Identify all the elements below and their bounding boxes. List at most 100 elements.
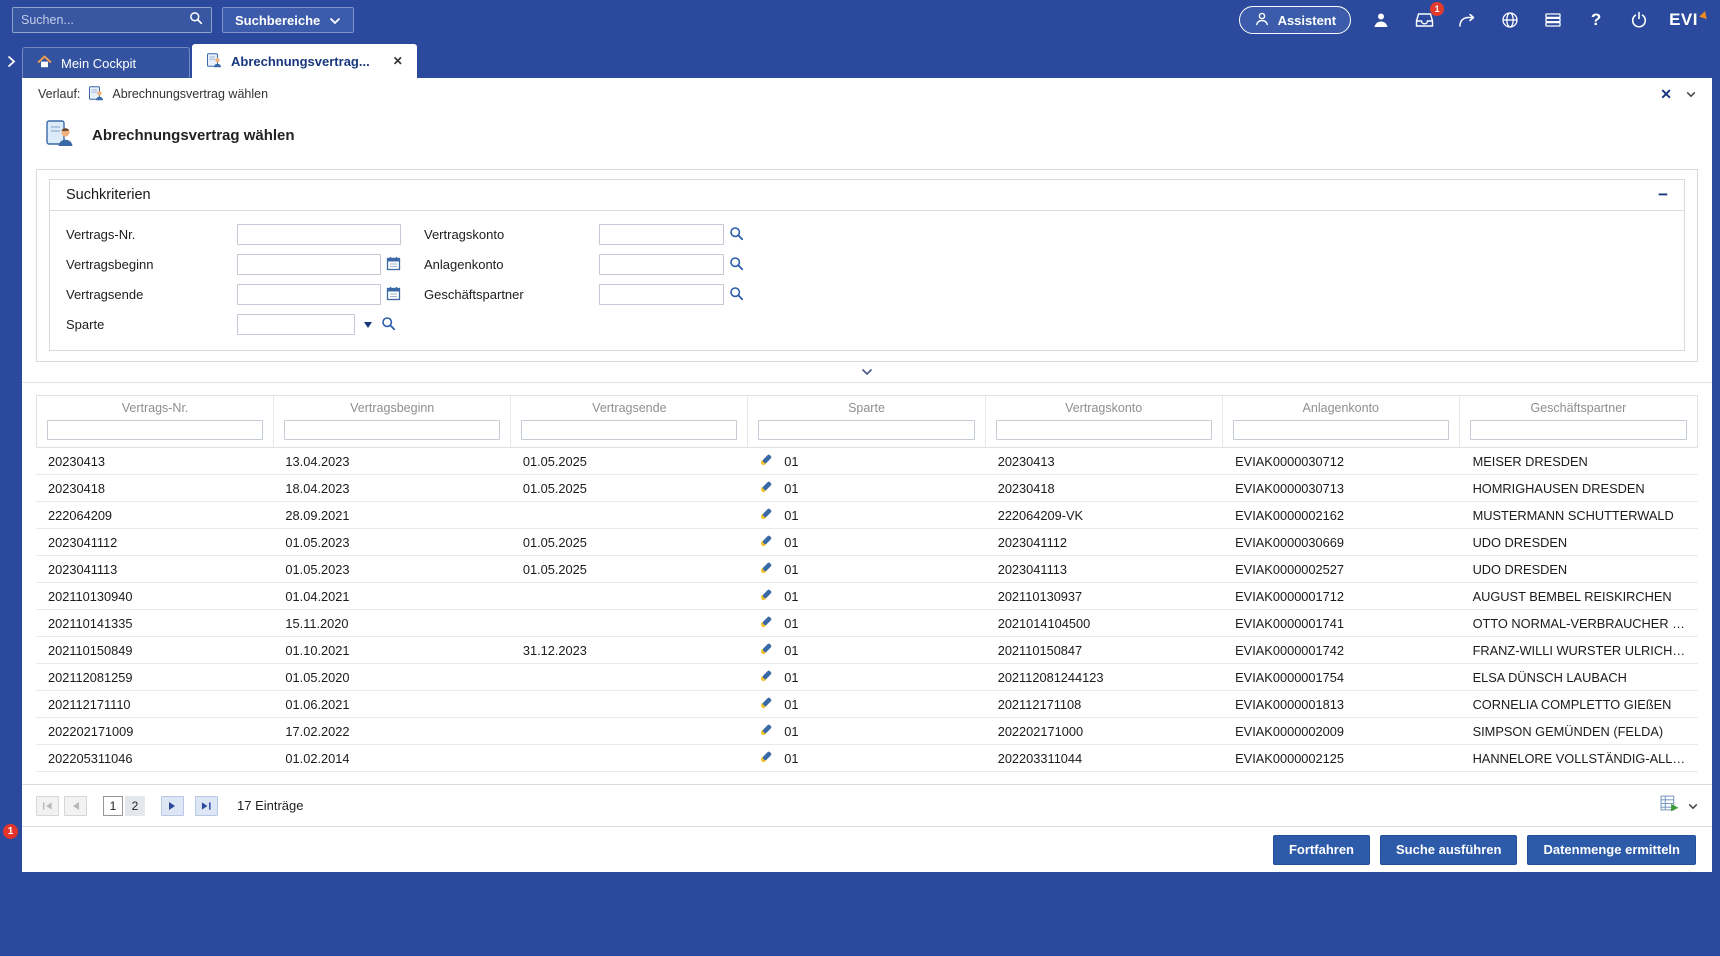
sparte-icon (760, 750, 773, 766)
last-page-button[interactable] (195, 796, 218, 816)
global-search-box[interactable] (12, 7, 212, 33)
vertrags-nr-input[interactable] (237, 224, 401, 245)
tab-mein-cockpit[interactable]: Mein Cockpit (22, 47, 190, 78)
page-button-2[interactable]: 2 (125, 796, 145, 816)
cell: 222064209-VK (986, 508, 1223, 523)
cell: 202205311046 (36, 751, 273, 766)
table-row[interactable]: 20220531104601.02.201401202203311044EVIA… (36, 745, 1698, 772)
column-header[interactable]: Sparte (748, 396, 985, 418)
cell: 20230418 (986, 481, 1223, 496)
column-header[interactable]: Vertragsende (511, 396, 748, 418)
field-label-geschaeftspartner: Geschäftspartner (424, 287, 599, 302)
page-button-1[interactable]: 1 (103, 796, 123, 816)
first-page-button[interactable] (36, 796, 59, 816)
close-view-icon[interactable]: ✕ (1660, 86, 1672, 103)
column-filter-input[interactable] (521, 420, 737, 440)
sparte-icon (760, 480, 773, 496)
column-header[interactable]: Geschäftspartner (1460, 396, 1697, 418)
table-row[interactable]: 20211015084901.10.202131.12.202301202110… (36, 637, 1698, 664)
cell: 01.06.2021 (273, 697, 510, 712)
anlagenkonto-input[interactable] (599, 254, 724, 275)
collapse-panel-button[interactable]: − (1658, 188, 1668, 202)
anlagenkonto-search-icon[interactable] (729, 256, 744, 274)
column-filter-input[interactable] (47, 420, 263, 440)
sparte-input[interactable] (237, 314, 355, 335)
inbox-tray-icon[interactable]: 1 (1411, 7, 1437, 33)
chevron-down-icon (329, 13, 341, 28)
cell: 202112081244123 (986, 670, 1223, 685)
geschaeftspartner-input[interactable] (599, 284, 724, 305)
tab-label: Abrechnungsvertrag... (231, 54, 370, 69)
cell: 01.05.2020 (273, 670, 510, 685)
globe-icon[interactable] (1497, 7, 1523, 33)
sparte-cell: 01 (748, 480, 985, 496)
next-page-button[interactable] (161, 796, 184, 816)
column-header[interactable]: Anlagenkonto (1223, 396, 1460, 418)
tab-close-icon[interactable]: ✕ (393, 54, 403, 68)
datenmenge-ermitteln-button[interactable]: Datenmenge ermitteln (1527, 835, 1696, 865)
power-icon[interactable] (1626, 7, 1652, 33)
table-row[interactable]: 20211217111001.06.202101202112171108EVIA… (36, 691, 1698, 718)
cell: HANNELORE VOLLSTÄNDIG-ALLESD... (1461, 751, 1698, 766)
sparte-search-icon[interactable] (381, 316, 396, 334)
cell-text: 01 (784, 616, 798, 631)
column-header[interactable]: Vertrags-Nr. (37, 396, 274, 418)
cell: 28.09.2021 (273, 508, 510, 523)
sparte-dropdown-icon[interactable] (364, 322, 372, 328)
column-header[interactable]: Vertragskonto (986, 396, 1223, 418)
table-row[interactable]: 202304111201.05.202301.05.20250120230411… (36, 529, 1698, 556)
table-row[interactable]: 20220217100917.02.202201202202171000EVIA… (36, 718, 1698, 745)
column-header[interactable]: Vertragsbeginn (274, 396, 511, 418)
user-icon[interactable] (1368, 7, 1394, 33)
table-row[interactable]: 2023041313.04.202301.05.20250120230413EV… (36, 448, 1698, 475)
geschaeftspartner-search-icon[interactable] (729, 286, 744, 304)
vertragskonto-search-icon[interactable] (729, 226, 744, 244)
table-row[interactable]: 20211014133515.11.2020012021014104500EVI… (36, 610, 1698, 637)
server-stack-icon[interactable] (1540, 7, 1566, 33)
cell: AUGUST BEMBEL REISKIRCHEN (1461, 589, 1698, 604)
panel-collapse-chevron-icon[interactable] (22, 362, 1712, 383)
help-icon[interactable]: ? (1583, 7, 1609, 33)
export-menu-chevron-icon[interactable] (1688, 797, 1698, 815)
sidebar-expand-chevron-icon[interactable] (0, 44, 22, 78)
page-title-icon (44, 118, 74, 153)
cell-text: 01 (784, 724, 798, 739)
cell: 20230418 (36, 481, 273, 496)
vertragsende-input[interactable] (237, 284, 381, 305)
notification-badge[interactable]: 1 (3, 824, 18, 839)
table-row[interactable]: 22206420928.09.202101222064209-VKEVIAK00… (36, 502, 1698, 529)
table-row[interactable]: 20211013094001.04.202101202110130937EVIA… (36, 583, 1698, 610)
view-menu-chevron-icon[interactable] (1686, 87, 1696, 101)
column-filter-input[interactable] (1470, 420, 1687, 440)
search-areas-button[interactable]: Suchbereiche (222, 7, 354, 33)
global-search-input[interactable] (21, 13, 189, 27)
assistant-button[interactable]: Assistent (1239, 6, 1352, 34)
table-row[interactable]: 202304111301.05.202301.05.20250120230411… (36, 556, 1698, 583)
fortfahren-button[interactable]: Fortfahren (1273, 835, 1370, 865)
vertragsende-calendar-icon[interactable] (386, 286, 401, 304)
column-filter-cell (986, 418, 1223, 447)
table-row[interactable]: 2023041818.04.202301.05.20250120230418EV… (36, 475, 1698, 502)
column-filter-input[interactable] (996, 420, 1212, 440)
search-icon[interactable] (189, 11, 203, 30)
vertragsbeginn-calendar-icon[interactable] (386, 256, 401, 274)
sparte-icon (760, 669, 773, 685)
history-current-item[interactable]: Abrechnungsvertrag wählen (112, 87, 268, 101)
sparte-icon (760, 507, 773, 523)
cell: OTTO NORMAL-VERBRAUCHER ULRI... (1461, 616, 1698, 631)
tab-abrechnungsvertrag[interactable]: Abrechnungsvertrag... ✕ (192, 44, 417, 78)
field-label-vertrags-nr: Vertrags-Nr. (66, 227, 237, 242)
table-row[interactable]: 20211208125901.05.202001202112081244123E… (36, 664, 1698, 691)
forward-arrow-icon[interactable] (1454, 7, 1480, 33)
column-filter-input[interactable] (758, 420, 974, 440)
page-title: Abrechnungsvertrag wählen (92, 127, 295, 144)
previous-page-button[interactable] (64, 796, 87, 816)
cell: CORNELIA COMPLETTO GIEßEN (1461, 697, 1698, 712)
vertragsbeginn-input[interactable] (237, 254, 381, 275)
vertragskonto-input[interactable] (599, 224, 724, 245)
suche-ausfuehren-button[interactable]: Suche ausführen (1380, 835, 1517, 865)
column-filter-input[interactable] (284, 420, 500, 440)
sparte-cell: 01 (748, 507, 985, 523)
column-filter-input[interactable] (1233, 420, 1449, 440)
export-icon[interactable] (1660, 795, 1679, 817)
